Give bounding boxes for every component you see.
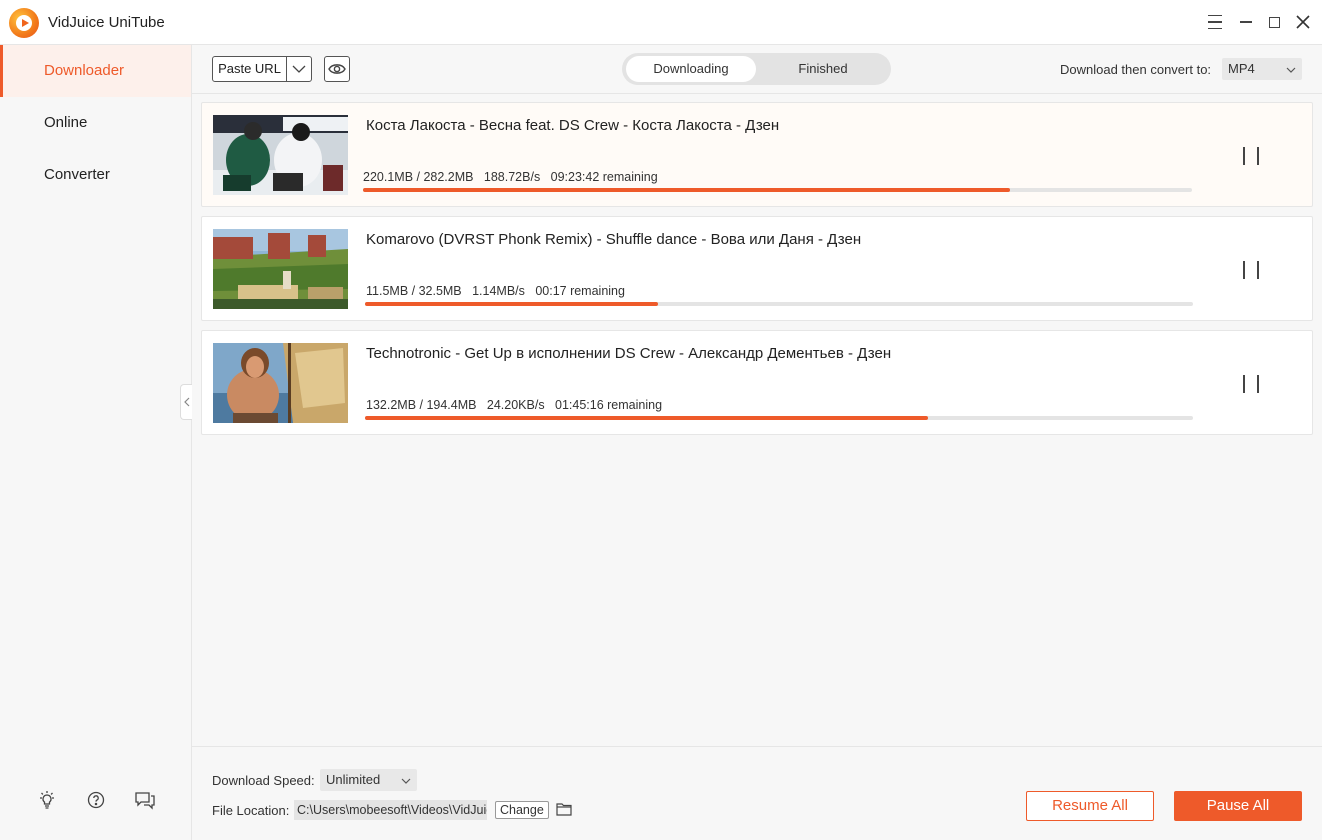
app-logo-icon bbox=[9, 8, 39, 38]
download-size: 132.2MB / 194.4MB bbox=[366, 398, 477, 412]
close-icon[interactable] bbox=[1293, 12, 1313, 32]
paste-url-label[interactable]: Paste URL bbox=[213, 57, 287, 81]
title-bar: VidJuice UniTube bbox=[0, 0, 1322, 45]
change-location-button[interactable]: Change bbox=[495, 801, 549, 819]
video-thumbnail bbox=[213, 343, 348, 423]
menu-icon[interactable] bbox=[1205, 12, 1225, 32]
app-title: VidJuice UniTube bbox=[48, 14, 165, 31]
chevron-down-icon bbox=[1286, 58, 1296, 80]
download-stats: 220.1MB / 282.2MB 188.72B/s 09:23:42 rem… bbox=[363, 170, 658, 184]
pause-icon[interactable] bbox=[1243, 147, 1259, 165]
footer-bar: Download Speed: Unlimited File Location:… bbox=[192, 746, 1322, 840]
download-list: Коста Лакоста - Весна feat. DS Crew - Ко… bbox=[192, 94, 1322, 746]
chevron-down-icon[interactable] bbox=[287, 57, 311, 81]
paste-url-button[interactable]: Paste URL bbox=[212, 56, 312, 82]
download-stats: 132.2MB / 194.4MB 24.20KB/s 01:45:16 rem… bbox=[366, 398, 662, 412]
sidebar-item-converter[interactable]: Converter bbox=[0, 149, 191, 201]
format-select[interactable]: MP4 bbox=[1222, 58, 1302, 80]
download-remaining: 01:45:16 remaining bbox=[555, 398, 663, 412]
download-title: Technotronic - Get Up в исполнении DS Cr… bbox=[366, 345, 892, 362]
list-item[interactable]: Коста Лакоста - Весна feat. DS Crew - Ко… bbox=[201, 102, 1313, 207]
eye-icon[interactable] bbox=[324, 56, 350, 82]
help-icon[interactable] bbox=[85, 789, 107, 811]
download-remaining: 00:17 remaining bbox=[535, 284, 625, 298]
progress-bar bbox=[365, 302, 1193, 306]
progress-bar bbox=[365, 416, 1193, 420]
convert-label: Download then convert to: bbox=[1060, 62, 1212, 77]
pause-icon[interactable] bbox=[1243, 375, 1259, 393]
resume-all-button[interactable]: Resume All bbox=[1026, 791, 1154, 821]
file-location-label: File Location: bbox=[212, 803, 290, 818]
file-location-path: C:\Users\mobeesoft\Videos\VidJuice bbox=[294, 800, 487, 820]
pause-all-button[interactable]: Pause All bbox=[1174, 791, 1302, 821]
progress-fill bbox=[365, 416, 929, 420]
speed-value: Unlimited bbox=[326, 772, 381, 787]
chevron-down-icon bbox=[401, 769, 411, 791]
sidebar-item-online[interactable]: Online bbox=[0, 97, 191, 149]
sidebar-item-downloader[interactable]: Downloader bbox=[0, 45, 191, 97]
format-value: MP4 bbox=[1228, 61, 1255, 76]
lightbulb-icon[interactable] bbox=[36, 789, 58, 811]
download-speed-select[interactable]: Unlimited bbox=[320, 769, 417, 791]
download-tabs: Downloading Finished bbox=[622, 53, 891, 85]
progress-fill bbox=[365, 302, 659, 306]
download-title: Коста Лакоста - Весна feat. DS Crew - Ко… bbox=[366, 117, 780, 134]
download-size: 11.5MB / 32.5MB bbox=[366, 284, 462, 298]
sidebar: Downloader Online Converter bbox=[0, 45, 192, 840]
minimize-icon[interactable] bbox=[1236, 12, 1256, 32]
video-thumbnail bbox=[213, 115, 348, 195]
folder-icon[interactable] bbox=[556, 802, 572, 819]
feedback-icon[interactable] bbox=[134, 789, 156, 811]
download-title: Komarovo (DVRST Phonk Remix) - Shuffle d… bbox=[366, 231, 862, 248]
download-remaining: 09:23:42 remaining bbox=[550, 170, 658, 184]
progress-fill bbox=[363, 188, 1010, 192]
tab-downloading[interactable]: Downloading bbox=[626, 56, 756, 82]
download-speed-label: Download Speed: bbox=[212, 773, 315, 788]
pause-icon[interactable] bbox=[1243, 261, 1259, 279]
download-size: 220.1MB / 282.2MB bbox=[363, 170, 474, 184]
list-item[interactable]: Technotronic - Get Up в исполнении DS Cr… bbox=[201, 330, 1313, 435]
download-speed: 1.14MB/s bbox=[472, 284, 525, 298]
tab-finished[interactable]: Finished bbox=[758, 56, 888, 82]
list-item[interactable]: Komarovo (DVRST Phonk Remix) - Shuffle d… bbox=[201, 216, 1313, 321]
collapse-sidebar-button[interactable] bbox=[180, 384, 192, 420]
download-speed: 188.72B/s bbox=[483, 170, 541, 184]
progress-bar bbox=[363, 188, 1192, 192]
toolbar: Paste URL Downloading Finished Download … bbox=[192, 45, 1322, 94]
maximize-icon[interactable] bbox=[1264, 12, 1284, 32]
download-speed: 24.20KB/s bbox=[486, 398, 545, 412]
video-thumbnail bbox=[213, 229, 348, 309]
download-stats: 11.5MB / 32.5MB 1.14MB/s 00:17 remaining bbox=[366, 284, 625, 298]
